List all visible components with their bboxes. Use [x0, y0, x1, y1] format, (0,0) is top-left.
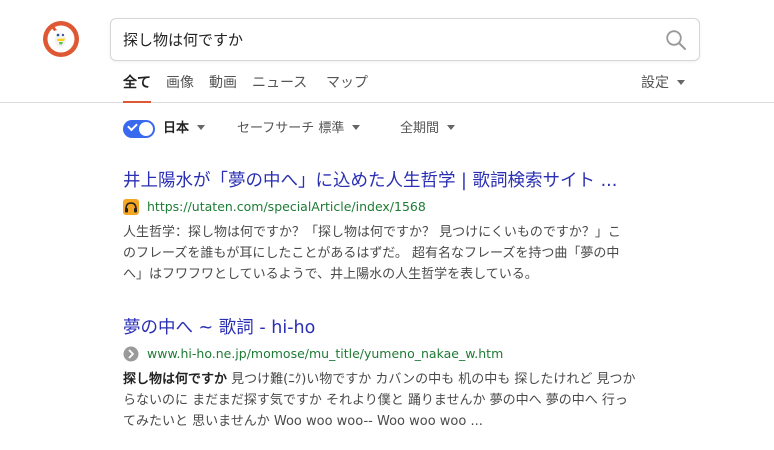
chevron-down-icon — [352, 125, 361, 130]
result-title-suffix: - hi-ho — [253, 318, 316, 338]
tab-images[interactable]: 画像 — [166, 72, 194, 103]
snippet-highlight: 探し物は何ですか — [123, 372, 228, 387]
filter-bar: 日本 セーフサーチ 標準 全期間 — [123, 117, 723, 141]
region-toggle[interactable] — [123, 120, 155, 138]
result-snippet: 探し物は何ですか 見つけ難(ﾆｸ)い物ですか カバンの中も 机の中も 探したけれ… — [123, 369, 693, 432]
chevron-down-icon — [197, 125, 206, 130]
result-url[interactable]: https://utaten.com/specialArticle/index/… — [147, 196, 426, 218]
tab-videos[interactable]: 動画 — [209, 72, 237, 103]
header: 全て 画像 動画 ニュース マップ 設定 — [0, 0, 774, 103]
snippet-line: 探し物は何ですか 見つけ難(ﾆｸ)い物ですか カバンの中も 机の中も 探したけれ… — [123, 369, 693, 390]
search-result: 井上陽水が「夢の中へ」に込めた人生哲学 | 歌詞検索サイト ... https:… — [123, 168, 693, 285]
utaten-favicon-icon — [123, 199, 139, 215]
snippet-line: 人生哲学：探し物は何ですか？「探し物は何ですか？ 見つけにくいものですか？」こ — [123, 225, 621, 240]
time-filter[interactable]: 全期間 — [400, 117, 456, 141]
tab-maps[interactable]: マップ — [326, 72, 368, 103]
check-icon — [127, 120, 138, 132]
settings-menu[interactable]: 設定 — [641, 72, 685, 94]
search-result: 夢の中へ ~ 歌詞 - hi-ho www.hi-ho.ne.jp/momose… — [123, 315, 693, 432]
region-label: 日本 — [163, 121, 190, 136]
snippet-text: 見つけ難(ﾆｸ)い物ですか カバンの中も 机の中も 探したけれど 見つか — [227, 372, 636, 387]
result-title-link[interactable]: 夢の中へ ~ 歌詞 - hi-ho — [123, 315, 693, 341]
region-filter[interactable]: 日本 — [163, 117, 206, 141]
duckduckgo-logo[interactable] — [42, 20, 80, 58]
result-url-row: https://utaten.com/specialArticle/index/… — [123, 196, 693, 218]
search-input[interactable] — [123, 19, 653, 60]
search-icon[interactable] — [665, 29, 687, 51]
safesearch-filter[interactable]: セーフサーチ 標準 — [237, 117, 361, 141]
snippet-line: らないのに まだまだ探す気ですか それより僕と 踊りませんか 夢の中へ 夢の中へ… — [123, 393, 628, 408]
snippet-line: へ」はフワフワとしているようで、井上陽水の人生哲学を表している。 — [123, 267, 538, 282]
chevron-right-icon — [123, 346, 139, 362]
result-url[interactable]: www.hi-ho.ne.jp/momose/mu_title/yumeno_n… — [147, 343, 503, 365]
tab-news[interactable]: ニュース — [252, 72, 307, 103]
chevron-down-icon — [677, 79, 685, 85]
result-url-row: www.hi-ho.ne.jp/momose/mu_title/yumeno_n… — [123, 343, 693, 365]
snippet-line: てみたいと 思いませんか Woo woo woo-- Woo woo woo .… — [123, 414, 483, 429]
result-title-link[interactable]: 井上陽水が「夢の中へ」に込めた人生哲学 | 歌詞検索サイト ... — [123, 168, 693, 194]
time-label: 全期間 — [400, 121, 440, 136]
chevron-down-icon — [447, 125, 456, 130]
search-box[interactable] — [110, 18, 700, 61]
settings-label: 設定 — [641, 75, 669, 91]
snippet-line: のフレーズを誰もが耳にしたことがあるはずだ。 超有名なフレーズを持つ曲「夢の中 — [123, 246, 620, 261]
toggle-knob — [139, 122, 153, 136]
result-snippet: 人生哲学：探し物は何ですか？「探し物は何ですか？ 見つけにくいものですか？」こ … — [123, 222, 693, 285]
safesearch-label: セーフサーチ 標準 — [237, 121, 345, 136]
tab-all[interactable]: 全て — [123, 72, 151, 103]
result-title-main: 夢の中へ ~ 歌詞 — [123, 318, 254, 338]
